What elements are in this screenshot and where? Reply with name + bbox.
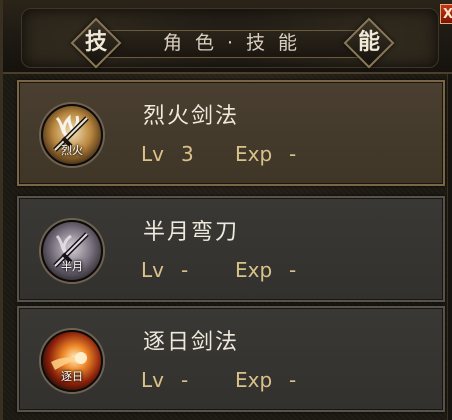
level-label: Lv <box>141 368 164 392</box>
skill-name: 烈火剑法 <box>143 104 240 129</box>
skill-panel: 角色·技能 技 能 X 烈火 烈火剑法 Lv 3 Exp - 半月 半月弯刀 L… <box>0 0 452 420</box>
skill-row-half-moon-blade[interactable]: 半月 半月弯刀 Lv - Exp - <box>17 196 445 302</box>
flame-sword-icon[interactable]: 烈火 <box>41 104 103 166</box>
sun-chase-sword-icon[interactable]: 逐日 <box>41 330 103 392</box>
skill-row-flame-sword[interactable]: 烈火 烈火剑法 Lv 3 Exp - <box>17 80 445 186</box>
exp-value: - <box>289 142 297 166</box>
skill-row-sun-chase-sword[interactable]: 逐日 逐日剑法 Lv - Exp - <box>17 306 445 412</box>
skill-icon-label: 半月 <box>61 260 83 273</box>
level-value: 3 <box>181 142 194 166</box>
panel-title: 角色·技能 <box>162 32 311 54</box>
panel-header: 角色·技能 技 能 X <box>3 0 452 74</box>
exp-label: Exp <box>235 142 273 166</box>
level-value: - <box>181 368 189 392</box>
right-diamond-char: 能 <box>357 30 380 55</box>
skill-name: 逐日剑法 <box>143 330 240 355</box>
scrollbar[interactable] <box>447 74 452 420</box>
close-button[interactable]: X <box>440 4 452 24</box>
exp-label: Exp <box>235 368 273 392</box>
exp-value: - <box>289 368 297 392</box>
exp-label: Exp <box>235 258 273 282</box>
level-label: Lv <box>141 258 164 282</box>
level-label: Lv <box>141 142 164 166</box>
skill-icon-label: 烈火 <box>61 144 83 157</box>
skill-name: 半月弯刀 <box>143 220 240 245</box>
level-value: - <box>181 258 189 282</box>
skill-icon-label: 逐日 <box>61 370 83 383</box>
half-moon-blade-icon[interactable]: 半月 <box>41 220 103 282</box>
left-diamond-char: 技 <box>84 30 107 55</box>
exp-value: - <box>289 258 297 282</box>
